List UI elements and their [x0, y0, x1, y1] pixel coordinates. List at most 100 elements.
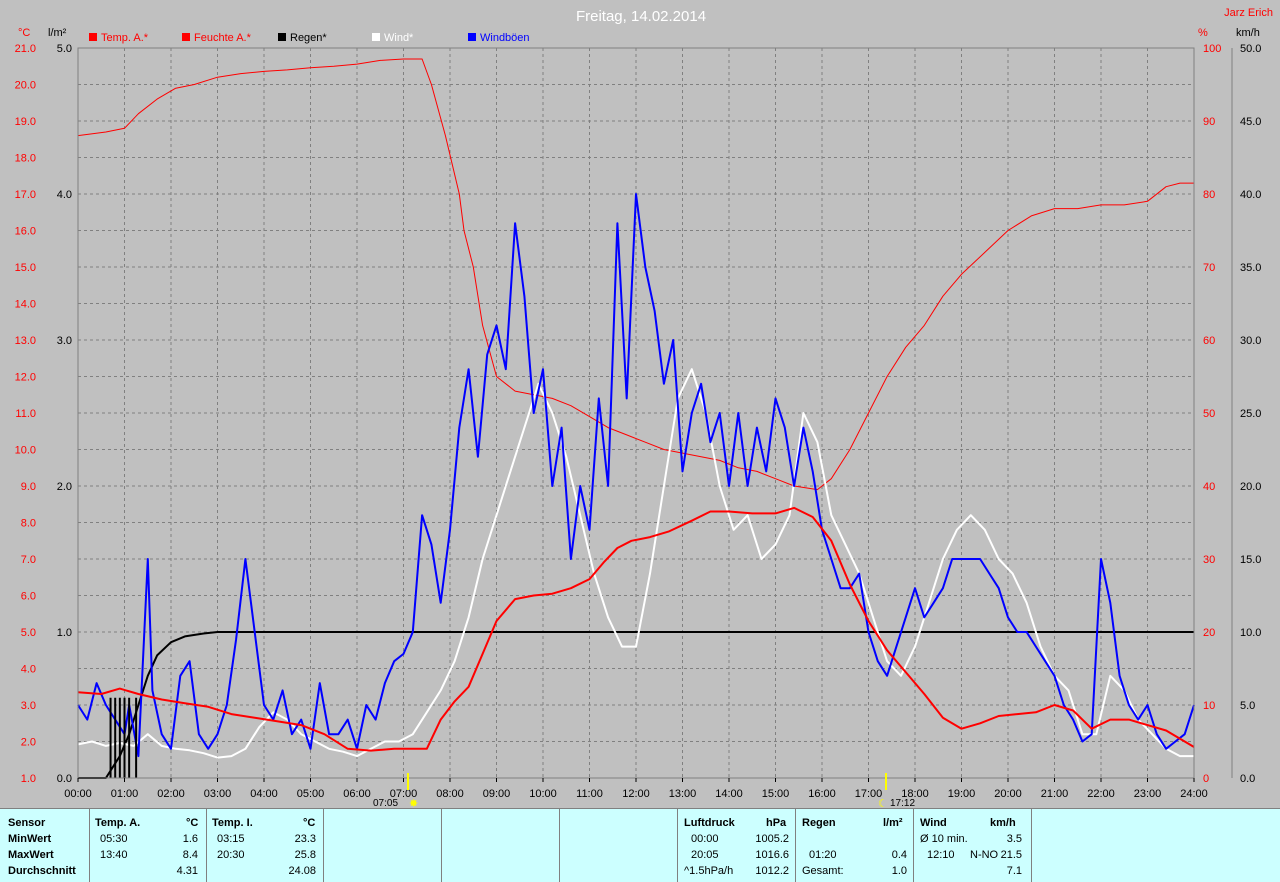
humidity-tick-label: 60	[1203, 335, 1215, 347]
wind-tick-label: 20.0	[1240, 481, 1261, 493]
legend-label: Wind*	[384, 32, 414, 44]
x-tick-label: 02:00	[157, 788, 185, 800]
pressure-avg-value: 1012.2	[755, 865, 789, 877]
temp-tick-label: 7.0	[21, 554, 36, 566]
temp-a-avg-value: 4.31	[176, 865, 198, 877]
humidity-tick-label: 30	[1203, 554, 1215, 566]
x-tick-label: 01:00	[111, 788, 139, 800]
humidity-tick-label: 40	[1203, 481, 1215, 493]
rain-tick-label: 2.0	[57, 481, 72, 493]
wind-max-direction: N-NO	[970, 849, 999, 861]
x-tick-label: 22:00	[1087, 788, 1115, 800]
pressure-header: Luftdruck	[684, 817, 735, 829]
temp-a-unit: °C	[186, 817, 199, 829]
wind-tick-label: 25.0	[1240, 408, 1261, 420]
rain-tick-label: 4.0	[57, 189, 72, 201]
rain-tick-label: 3.0	[57, 335, 72, 347]
x-tick-label: 09:00	[483, 788, 511, 800]
temp-tick-label: 21.0	[15, 43, 36, 55]
rain-tick-label: 0.0	[57, 773, 72, 785]
temp-tick-label: 13.0	[15, 335, 36, 347]
min-label: MinWert	[8, 833, 52, 845]
temp-i-avg-value: 24.08	[288, 865, 316, 877]
rain-header: Regen	[802, 817, 836, 829]
x-tick-label: 21:00	[1041, 788, 1069, 800]
sunset-time: 17:12	[890, 798, 915, 808]
rain-total-label: Gesamt:	[802, 865, 844, 877]
x-tick-label: 00:00	[64, 788, 92, 800]
temp-tick-label: 14.0	[15, 299, 36, 311]
humidity-tick-label: 0	[1203, 773, 1209, 785]
wind-unit: km/h	[990, 817, 1016, 829]
temp-a-max-time: 13:40	[100, 849, 128, 861]
legend-swatch	[372, 33, 380, 41]
x-tick-label: 03:00	[204, 788, 232, 800]
weather-chart: 21.0 20.0 19.0 18.0 17.0 16.0 15.0 14.0 13.0 12.0…	[0, 0, 1280, 808]
temp-i-min-value: 23.3	[294, 833, 316, 845]
wind-avg-value: 3.5	[1006, 833, 1022, 845]
temp-tick-label: 12.0	[15, 372, 36, 384]
temp-tick-label: 5.0	[21, 627, 36, 639]
temp-i-unit: °C	[303, 817, 316, 829]
legend-swatch	[89, 33, 97, 41]
temp-tick-label: 1.0	[21, 773, 36, 785]
avg-label: Durchschnitt	[8, 865, 76, 877]
temp-tick-label: 19.0	[15, 116, 36, 128]
temp-tick-label: 20.0	[15, 80, 36, 92]
temp-a-min-value: 1.6	[182, 833, 198, 845]
legend-label: Temp. A.*	[101, 32, 149, 44]
wind-tick-label: 0.0	[1240, 773, 1255, 785]
wind-tick-label: 50.0	[1240, 43, 1261, 55]
temp-tick-label: 15.0	[15, 262, 36, 274]
panel-divider	[206, 809, 207, 882]
legend-swatch	[278, 33, 286, 41]
x-tick-label: 04:00	[250, 788, 278, 800]
humidity-tick-label: 10	[1203, 700, 1215, 712]
rain-max-value: 0.4	[891, 849, 907, 861]
humidity-tick-label: 50	[1203, 408, 1215, 420]
wind-tick-label: 40.0	[1240, 189, 1261, 201]
x-tick-label: 24:00	[1180, 788, 1208, 800]
wind-max-value: 21.5	[1000, 849, 1022, 861]
pressure-unit: hPa	[766, 817, 787, 829]
x-tick-label: 08:00	[436, 788, 464, 800]
sunset-icon: ☾	[878, 798, 888, 808]
humidity-tick-label: 20	[1203, 627, 1215, 639]
wind-third-value: 7.1	[1006, 865, 1022, 877]
wind-header: Wind	[920, 817, 947, 829]
temp-tick-label: 9.0	[21, 481, 36, 493]
x-tick-label: 20:00	[994, 788, 1022, 800]
wind-max-time: 12:10	[927, 849, 955, 861]
temp-tick-label: 3.0	[21, 700, 36, 712]
x-tick-label: 14:00	[715, 788, 743, 800]
temp-tick-label: 17.0	[15, 189, 36, 201]
rain-max-time: 01:20	[809, 849, 837, 861]
temp-tick-label: 4.0	[21, 664, 36, 676]
temp-tick-label: 2.0	[21, 737, 36, 749]
max-label: MaxWert	[8, 849, 54, 861]
temp-axis-unit: °C	[18, 27, 30, 39]
x-tick-label: 06:00	[343, 788, 371, 800]
sunrise-icon: ✸	[409, 798, 418, 808]
x-tick-label: 10:00	[529, 788, 557, 800]
temp-tick-label: 16.0	[15, 226, 36, 238]
x-tick-label: 16:00	[808, 788, 836, 800]
temp-i-max-value: 25.8	[294, 849, 316, 861]
chart-title: Freitag, 14.02.2014	[576, 8, 706, 25]
humidity-axis-unit: %	[1198, 27, 1208, 39]
wind-tick-label: 35.0	[1240, 262, 1261, 274]
panel-divider	[89, 809, 90, 882]
panel-divider	[1031, 809, 1032, 882]
panel-divider	[441, 809, 442, 882]
panel-divider	[795, 809, 796, 882]
wind-axis-unit: km/h	[1236, 27, 1260, 39]
rain-tick-label: 1.0	[57, 627, 72, 639]
pressure-min-value: 1005.2	[755, 833, 789, 845]
rain-unit: l/m²	[883, 817, 903, 829]
x-tick-label: 13:00	[669, 788, 697, 800]
pressure-max-value: 1016.6	[755, 849, 789, 861]
humidity-tick-label: 70	[1203, 262, 1215, 274]
panel-divider	[677, 809, 678, 882]
wind-tick-label: 45.0	[1240, 116, 1261, 128]
temp-tick-label: 11.0	[15, 408, 36, 420]
